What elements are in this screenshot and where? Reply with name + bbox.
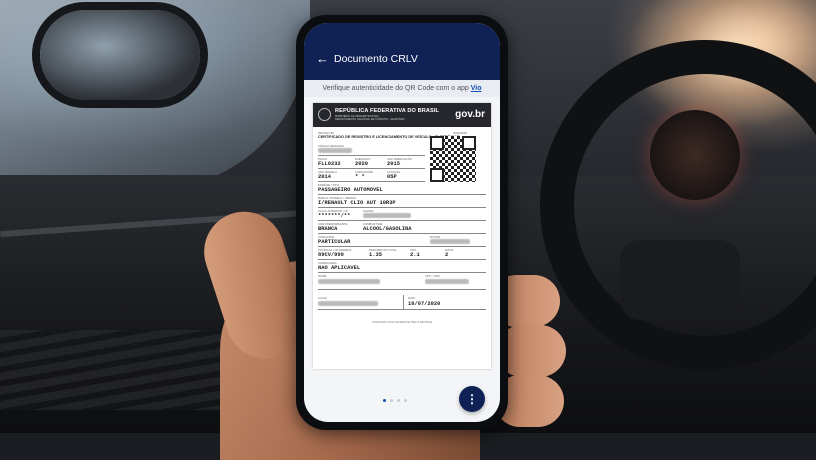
divider (318, 220, 486, 221)
more-vertical-icon[interactable]: ⋮ (459, 386, 485, 412)
potencia-value: 89CV/999 (318, 252, 344, 258)
vio-app-link[interactable]: Vio (471, 85, 482, 92)
page-dot[interactable] (397, 399, 400, 402)
page-indicator (383, 399, 407, 402)
marca-value: I/RENAULT CLIO AUT 10R3P (318, 200, 396, 206)
especie-value: PASSAGEIRO AUTOMOVEL (318, 187, 383, 193)
divider (318, 207, 486, 208)
qr-verify-banner: Verifique autenticidade do QR Code com o… (304, 80, 500, 97)
combustivel-value: ALCOOL/GASOLINA (363, 226, 412, 232)
cor-value: BRANCA (318, 226, 338, 232)
phone-screen: ← Documento CRLV Verifique autenticidade… (304, 23, 500, 422)
owner-name-redacted (318, 279, 380, 284)
ano-modelo-value: 2014 (318, 174, 331, 180)
placa-anterior-value: *******/** (318, 213, 351, 219)
capacidade-value: * * (355, 174, 365, 180)
motor-value-redacted (430, 239, 470, 244)
ministry-text: MINISTÉRIO DA INFRAESTRUTURA DEPARTAMENT… (335, 115, 413, 121)
divider (318, 168, 425, 169)
divider (318, 233, 486, 234)
cmt-value: 2.1 (410, 252, 420, 258)
page-dot[interactable] (404, 399, 407, 402)
divider (318, 246, 486, 247)
air-vent (0, 330, 230, 410)
data-value: 16/07/2020 (408, 301, 441, 307)
republic-title: REPÚBLICA FEDERATIVA DO BRASIL (335, 108, 439, 114)
side-mirror (40, 10, 200, 100)
nome-label: NOME (318, 274, 327, 278)
chassi-value-redacted (363, 213, 411, 218)
divider (318, 194, 486, 195)
page-dot[interactable] (390, 399, 393, 402)
department-line: DEPARTAMENTO NACIONAL DE TRÂNSITO - SENA… (335, 118, 405, 122)
local-value-redacted (318, 301, 378, 306)
data-label: DATA (408, 296, 416, 300)
crlv-document: REPÚBLICA FEDERATIVA DO BRASIL MINISTÉRI… (313, 103, 491, 369)
coat-of-arms-icon (318, 108, 331, 121)
app-bar: ← Documento CRLV (304, 23, 500, 80)
page-title: Documento CRLV (334, 53, 418, 65)
divider (318, 181, 425, 182)
qr-code[interactable] (430, 136, 476, 182)
divider (318, 259, 486, 260)
divider (318, 272, 486, 273)
page-dot-active[interactable] (383, 399, 386, 402)
cpf-value-redacted (425, 279, 469, 284)
carroceria-value: NAO APLICAVEL (318, 265, 361, 271)
renavam-value-redacted (318, 148, 352, 153)
steering-wheel-hub (620, 240, 740, 320)
peso-value: 1.35 (369, 252, 382, 258)
exercicio-value: 2020 (355, 161, 368, 167)
ano-fabricacao-value: 2015 (387, 161, 400, 167)
lotacao-value: 05P (387, 174, 397, 180)
divider (318, 155, 425, 156)
divider (318, 309, 486, 310)
eixos-value: 2 (445, 252, 449, 258)
divider (403, 295, 404, 309)
smartphone: ← Documento CRLV Verifique autenticidade… (296, 15, 508, 430)
categoria-value: PARTICULAR (318, 239, 351, 245)
digital-signature-note: ASSINADO DIGITALMENTE PELO DETRAN (371, 320, 433, 324)
document-header: REPÚBLICA FEDERATIVA DO BRASIL MINISTÉRI… (313, 103, 491, 127)
verify-text: Verifique autenticidade do QR Code com o… (322, 85, 471, 92)
divider (318, 289, 486, 290)
govbr-logo: gov.br (455, 109, 485, 120)
local-label: LOCAL (318, 296, 328, 300)
placa-value: FLL0232 (318, 161, 341, 167)
cpf-label: CPF / CNPJ (425, 274, 441, 278)
arrow-left-icon[interactable]: ← (316, 52, 329, 65)
